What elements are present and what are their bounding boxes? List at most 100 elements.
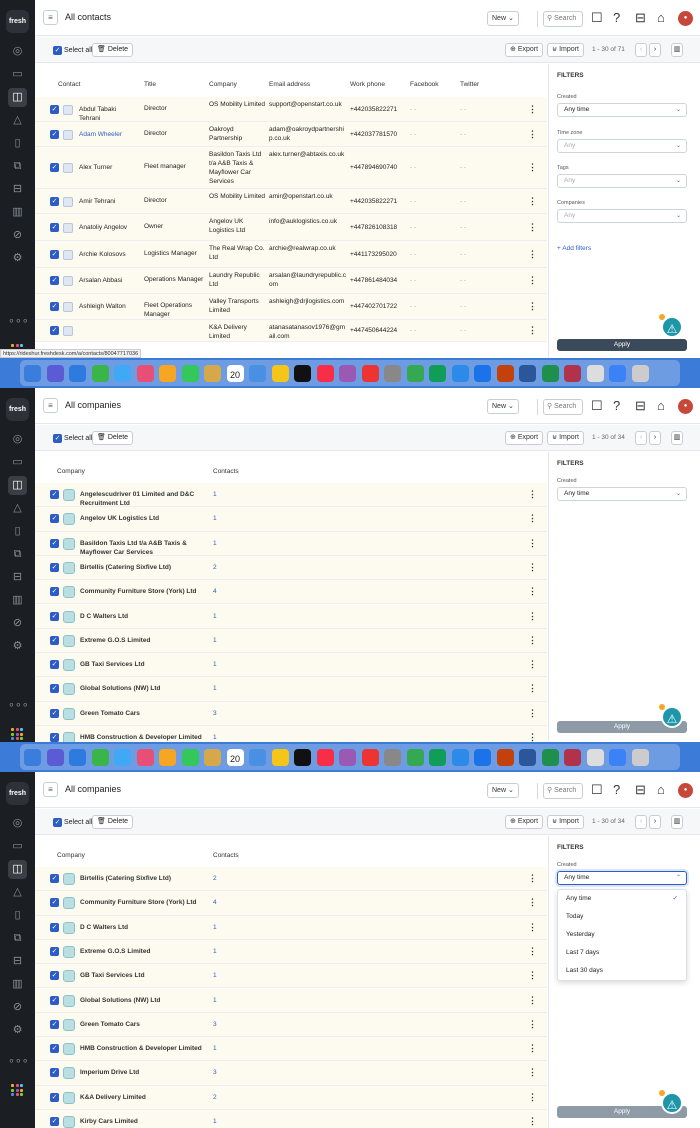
contacts-count[interactable]: 1	[213, 515, 217, 522]
company-name[interactable]: Global Solutions (NW) Ltd	[80, 996, 210, 1005]
contact-company[interactable]: Valley Transports Limited	[209, 297, 267, 315]
new-button[interactable]: New ⌄	[487, 783, 519, 798]
company-name[interactable]: K&A Delivery Limited	[80, 1093, 210, 1102]
delete-button[interactable]: 🗑 Delete	[92, 43, 134, 57]
dock-app-icon[interactable]	[316, 749, 334, 766]
row-actions-icon[interactable]: ⋮	[528, 611, 537, 622]
groups-icon[interactable]: △	[8, 499, 27, 518]
dock-app-icon[interactable]	[69, 749, 86, 766]
column-header-title[interactable]: Title	[144, 81, 156, 88]
contact-email[interactable]: amir@openstart.co.uk	[269, 192, 347, 201]
row-actions-icon[interactable]: ⋮	[528, 538, 537, 549]
dock-app-icon[interactable]	[271, 365, 289, 382]
dock-app-icon[interactable]	[361, 749, 379, 766]
company-name[interactable]: Birtellis (Catering Sixfive Ltd)	[80, 563, 210, 572]
row-checkbox[interactable]: ✓	[50, 250, 59, 259]
dock-app-icon[interactable]	[496, 749, 514, 766]
dock-app-icon[interactable]	[541, 749, 559, 766]
company-name[interactable]: Imperium Drive Ltd	[80, 1068, 210, 1077]
user-avatar[interactable]: ●	[678, 11, 693, 26]
company-name[interactable]: Global Solutions (NW) Ltd	[80, 684, 210, 693]
table-row[interactable]: ✓ Adam Wheeler Director Oakroyd Partnership…	[35, 122, 547, 147]
contact-phone[interactable]: +442035822271	[350, 105, 397, 114]
table-row[interactable]: ✓ Extreme G.O.S Limited 1 ⋮	[35, 628, 547, 654]
row-checkbox[interactable]: ✓	[50, 514, 59, 524]
row-checkbox[interactable]: ✓	[50, 326, 59, 335]
contacts-count[interactable]: 1	[213, 997, 217, 1004]
dashboard-icon[interactable]: ◎	[8, 430, 27, 449]
inbox-icon[interactable]: ⊟	[8, 568, 27, 587]
table-row[interactable]: ✓ GB Taxi Services Ltd 1 ⋮	[35, 964, 547, 989]
contacts-count[interactable]: 3	[213, 1069, 217, 1076]
dock-app-icon[interactable]	[159, 749, 176, 766]
row-actions-icon[interactable]: ⋮	[528, 222, 537, 233]
row-checkbox[interactable]: ✓	[50, 163, 59, 172]
table-row[interactable]: ✓ Imperium Drive Ltd 3 ⋮	[35, 1061, 547, 1086]
table-row[interactable]: ✓ Extreme G.O.S Limited 1 ⋮	[35, 939, 547, 965]
select-all-checkbox[interactable]: ✓ Select all	[51, 818, 92, 827]
row-actions-icon[interactable]: ⋮	[528, 970, 537, 981]
contact-phone[interactable]: +447402701722	[350, 302, 397, 311]
dock-app-icon[interactable]	[609, 365, 626, 382]
dock-app-icon[interactable]	[586, 365, 604, 382]
row-checkbox[interactable]: ✓	[50, 105, 59, 114]
apply-button[interactable]: Apply	[557, 339, 687, 351]
freshdesk-logo-icon[interactable]: fresh	[6, 782, 29, 805]
table-row[interactable]: ✓ Alex Turner Fleet manager Basildon Taxis …	[35, 147, 547, 189]
row-actions-icon[interactable]: ⋮	[528, 1043, 537, 1054]
dropdown-option[interactable]: Last 30 days	[558, 962, 686, 980]
contact-phone[interactable]: +442037781570	[350, 130, 397, 139]
table-row[interactable]: ✓ K&A Delivery Limited 2 ⋮	[35, 1085, 547, 1110]
contact-name[interactable]: Archie Kolosovs	[79, 250, 139, 259]
freshdesk-logo-icon[interactable]: fresh	[6, 10, 29, 33]
dropdown-option[interactable]: Last 7 days	[558, 944, 686, 962]
row-actions-icon[interactable]: ⋮	[528, 873, 537, 884]
chat-icon[interactable]: ⧉	[8, 929, 27, 948]
contacts-count[interactable]: 1	[213, 972, 217, 979]
row-actions-icon[interactable]: ⋮	[528, 162, 537, 173]
column-header-phone[interactable]: Work phone	[350, 81, 385, 88]
company-name[interactable]: Community Furniture Store (York) Ltd	[80, 587, 210, 596]
row-checkbox[interactable]: ✓	[50, 1117, 59, 1126]
row-actions-icon[interactable]: ⋮	[528, 635, 537, 646]
dashboard-icon[interactable]: ◎	[8, 814, 27, 833]
filter-select-timezone[interactable]: Any ⌄	[557, 139, 687, 153]
table-row[interactable]: ✓ Green Tomato Cars 3 ⋮	[35, 1012, 547, 1038]
contact-company[interactable]: OS Mobility Limited	[209, 192, 267, 201]
row-checkbox[interactable]: ✓	[50, 708, 59, 718]
column-header-twitter[interactable]: Twitter	[460, 81, 479, 88]
row-actions-icon[interactable]: ⋮	[528, 1092, 537, 1103]
marketplace-icon[interactable]: ⌂	[657, 10, 665, 25]
dock-app-icon[interactable]	[24, 365, 41, 382]
dock-app-icon[interactable]	[294, 749, 311, 766]
row-checkbox[interactable]: ✓	[50, 197, 59, 206]
dock-app-icon[interactable]	[564, 365, 581, 382]
row-actions-icon[interactable]: ⋮	[528, 104, 537, 115]
contact-name[interactable]: Amir Tehrani	[79, 197, 139, 206]
prev-page-button[interactable]: ‹	[635, 43, 647, 57]
contacts-count[interactable]: 1	[213, 734, 217, 741]
column-header-company[interactable]: Company	[209, 81, 237, 88]
column-settings-button[interactable]: ▥	[671, 431, 683, 445]
dock-app-icon[interactable]	[24, 749, 41, 766]
column-header-facebook[interactable]: Facebook	[410, 81, 439, 88]
row-checkbox[interactable]: ✓	[50, 946, 59, 956]
dock-app-icon[interactable]	[474, 749, 491, 766]
row-checkbox[interactable]: ✓	[50, 660, 59, 670]
dock-app-icon[interactable]	[294, 365, 311, 382]
row-checkbox[interactable]: ✓	[50, 733, 59, 742]
dropdown-option[interactable]: Yesterday	[558, 926, 686, 944]
table-row[interactable]: ✓ Community Furniture Store (York) Ltd 4 ⋮	[35, 580, 547, 605]
help-icon[interactable]: ?	[613, 10, 620, 25]
company-name[interactable]: HMB Construction & Developer Limited	[80, 1044, 210, 1053]
contacts-count[interactable]: 1	[213, 1045, 217, 1052]
prev-page-button[interactable]: ‹	[635, 815, 647, 829]
search-input[interactable]: ⚲ Search	[543, 399, 583, 415]
row-actions-icon[interactable]: ⋮	[528, 708, 537, 719]
contact-name[interactable]: Alex Turner	[79, 163, 139, 172]
contacts-count[interactable]: 2	[213, 875, 217, 882]
contact-email[interactable]: alex.turner@abtaxis.co.uk	[269, 150, 347, 159]
more-icon[interactable]: ∘∘∘	[8, 1052, 29, 1071]
add-filters-link[interactable]: + Add filters	[557, 245, 591, 252]
notification-icon[interactable]: ☐	[591, 398, 603, 414]
